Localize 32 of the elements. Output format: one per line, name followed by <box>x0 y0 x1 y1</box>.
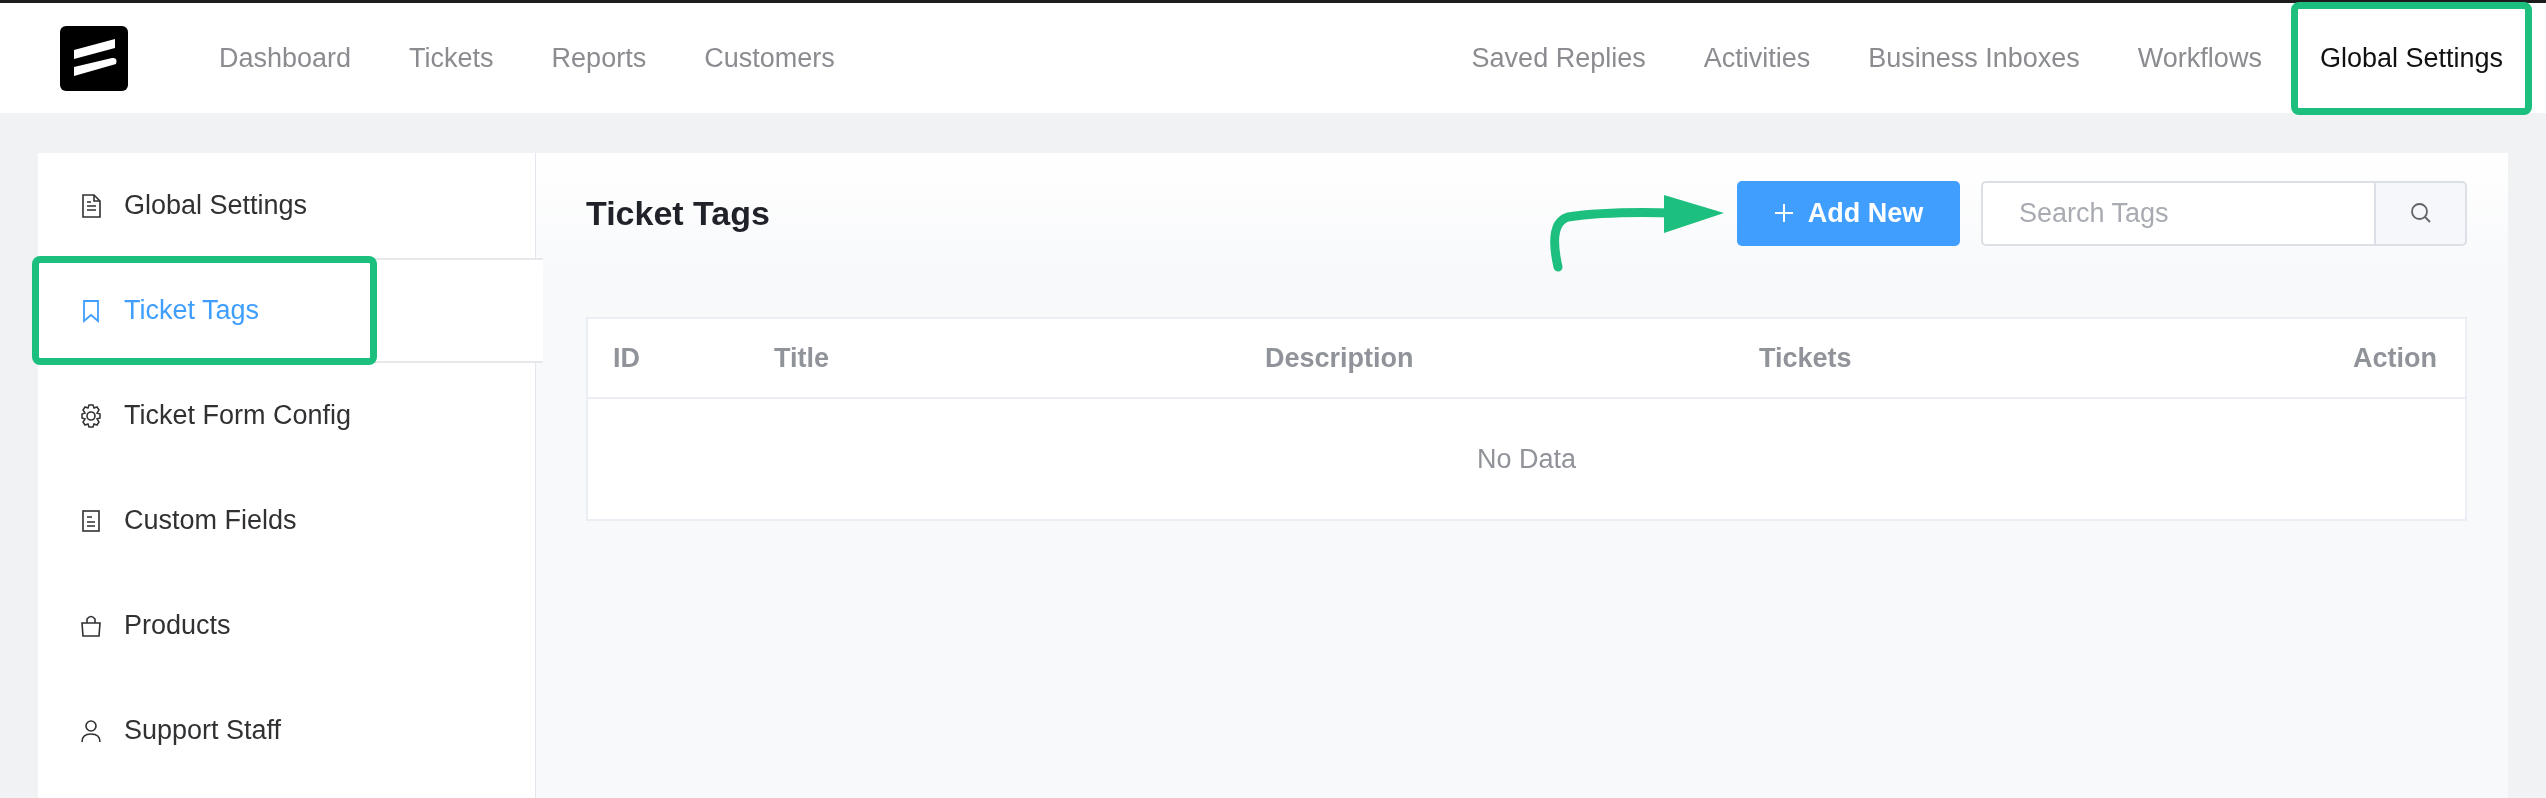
page-title: Ticket Tags <box>586 192 770 234</box>
user-icon <box>80 718 102 743</box>
document-icon <box>80 193 102 218</box>
nav-link[interactable]: Business Inboxes <box>1839 3 2109 113</box>
gear-icon <box>80 403 102 428</box>
column-header: Action <box>2353 342 2437 373</box>
list-icon <box>80 508 102 533</box>
nav-link[interactable]: Customers <box>675 3 864 113</box>
logo-icon[interactable] <box>60 25 128 91</box>
sidebar-item[interactable]: Ticket Form Config <box>38 363 535 468</box>
column-header: Tickets <box>1759 342 1852 373</box>
sidebar-item[interactable]: Global Settings <box>38 153 535 258</box>
nav-link[interactable]: Reports <box>522 3 676 113</box>
empty-message: No Data <box>1476 442 1577 476</box>
nav-link[interactable]: Workflows <box>2108 3 2291 113</box>
search-field[interactable]: Search Tags <box>1981 180 2374 246</box>
plus-icon <box>1773 203 1794 223</box>
sidebar-item[interactable]: Support Staff <box>38 678 535 783</box>
nav-link[interactable]: Global Settings <box>2290 3 2532 113</box>
sidebar-item[interactable]: Custom Fields <box>38 468 535 573</box>
bag-icon <box>80 613 102 638</box>
search-icon <box>2409 202 2432 224</box>
nav-link[interactable]: Tickets <box>380 3 523 113</box>
column-header: Description <box>1265 342 1414 373</box>
nav-link[interactable]: Activities <box>1674 3 1840 113</box>
nav-link[interactable]: Dashboard <box>190 3 381 113</box>
column-header: ID <box>613 342 640 373</box>
sidebar-item[interactable]: Products <box>38 573 535 678</box>
nav-link[interactable]: Saved Replies <box>1442 3 1675 113</box>
bookmark-icon <box>80 298 102 323</box>
add-new-button[interactable]: Add New <box>1737 180 1960 246</box>
column-header: Title <box>774 342 829 373</box>
